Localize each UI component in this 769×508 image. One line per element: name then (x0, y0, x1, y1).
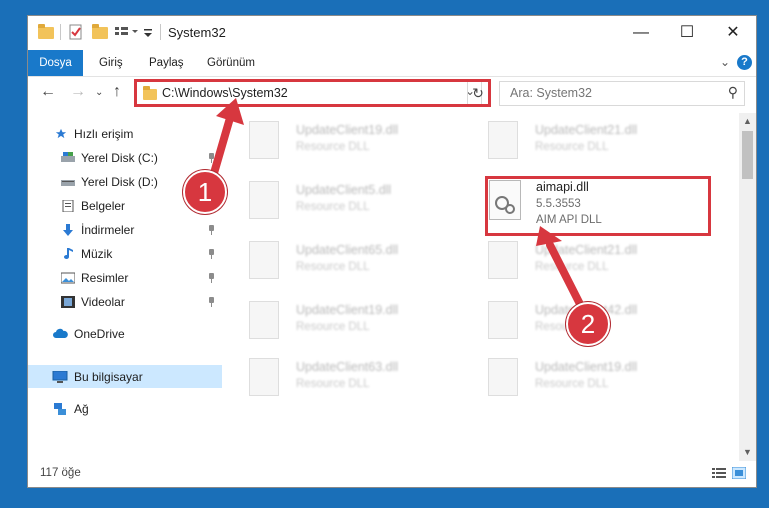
callout-badge-1: 1 (183, 170, 227, 214)
callout-badge-2: 2 (566, 302, 610, 346)
annotation-arrows (208, 98, 587, 314)
